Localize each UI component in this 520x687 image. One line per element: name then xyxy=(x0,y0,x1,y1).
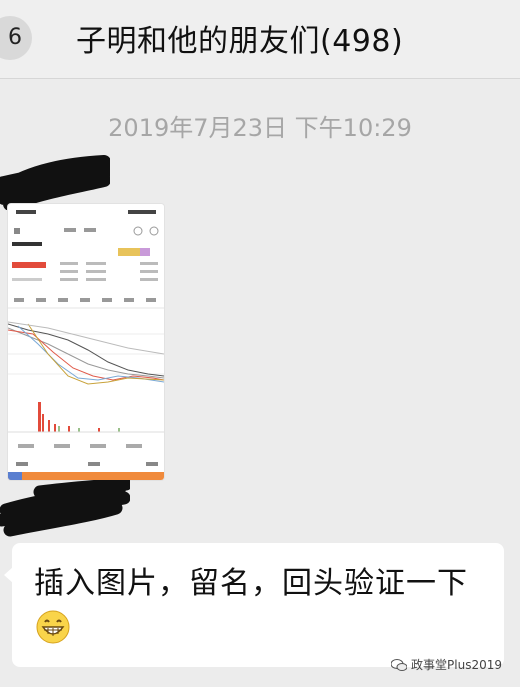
chat-header: 6 子明和他的朋友们(498) xyxy=(0,0,520,79)
image-message[interactable] xyxy=(8,204,164,480)
chat-title: 子明和他的朋友们(498) xyxy=(76,24,404,59)
redaction-scribble-top xyxy=(0,155,110,210)
text-message-bubble[interactable]: 插入图片，留名，回头验证一下 xyxy=(4,543,504,667)
wechat-icon xyxy=(391,659,408,671)
message-text: 插入图片，留名，回头验证一下 xyxy=(34,561,484,653)
message-timestamp: 2019年7月23日 下午10:29 xyxy=(108,114,412,142)
grinning-face-emoji-icon xyxy=(36,610,70,644)
back-unread-badge[interactable]: 6 xyxy=(0,16,32,60)
stock-chart-thumbnail xyxy=(8,204,164,480)
redaction-scribble-bottom xyxy=(0,480,130,537)
message-content: 插入图片，留名，回头验证一下 xyxy=(34,566,468,601)
watermark: 政事堂Plus2019 xyxy=(391,656,502,673)
watermark-text: 政事堂Plus2019 xyxy=(411,658,502,672)
